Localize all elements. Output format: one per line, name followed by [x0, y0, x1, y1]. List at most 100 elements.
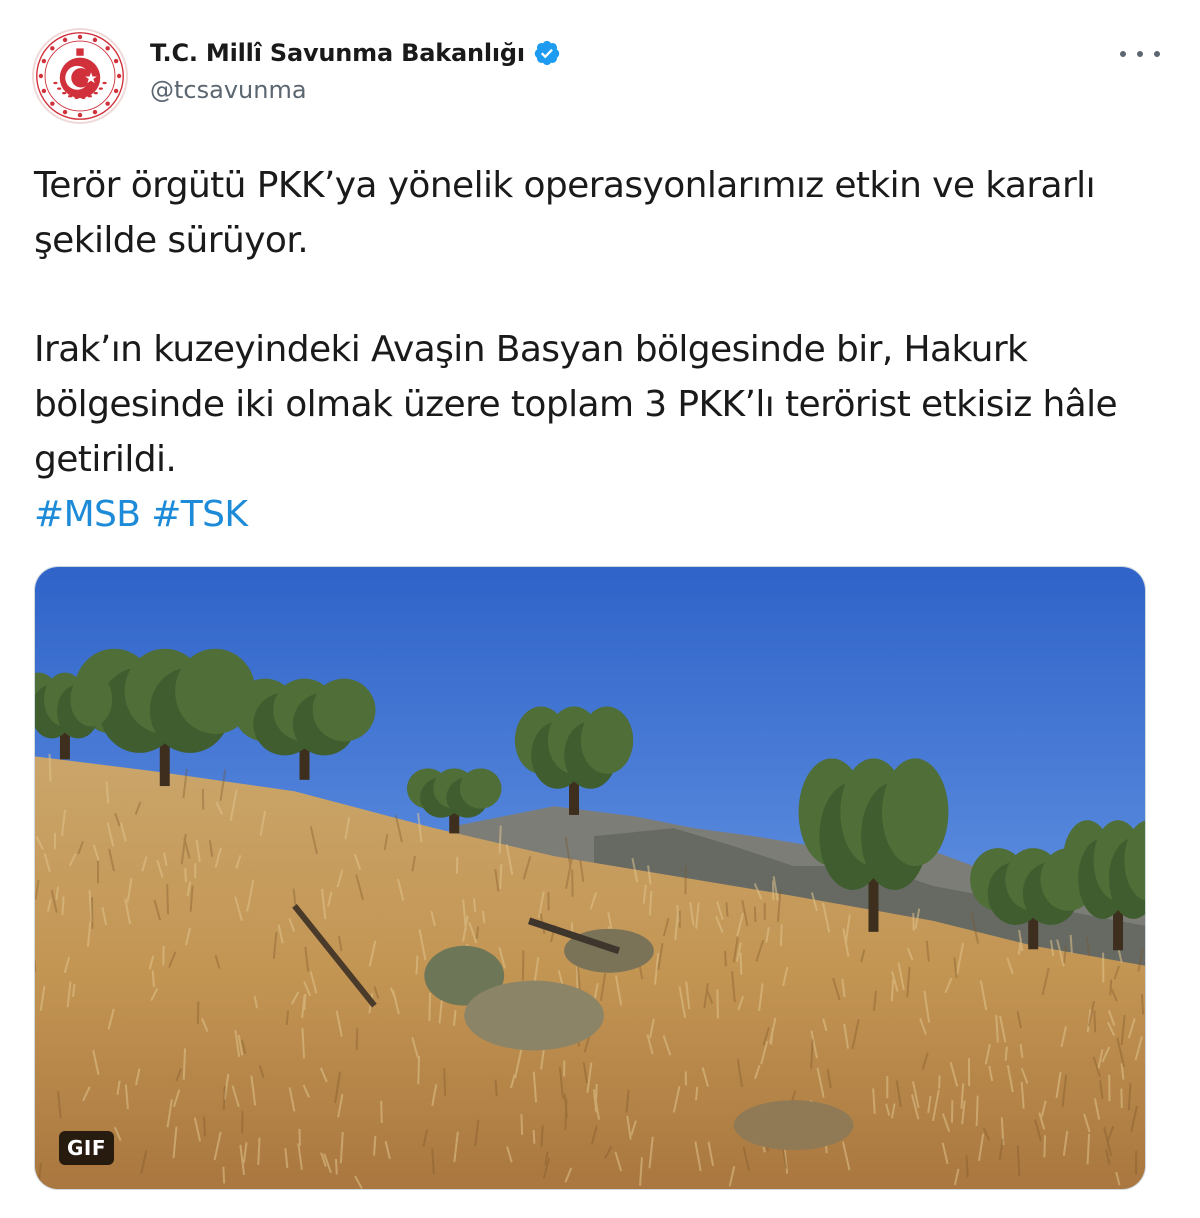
grass-blade — [257, 1137, 261, 1166]
hashtag-list: #MSB #TSK — [34, 487, 1154, 542]
tweet-paragraph-1: Terör örgütü PKK’ya yönelik operasyonlar… — [34, 165, 1096, 261]
grass-blade — [890, 979, 895, 1002]
grass-blade — [1043, 1135, 1047, 1158]
tree-canopy — [580, 706, 634, 774]
grass-blade — [184, 868, 187, 883]
grass-blade — [1004, 1046, 1008, 1061]
emblem-ring-star — [41, 58, 47, 64]
grass-blade — [938, 1075, 941, 1089]
ministry-emblem-icon — [36, 32, 124, 120]
emblem-laurel-leaf — [74, 96, 79, 99]
grass-blade — [694, 1086, 699, 1101]
emblem-ring-star — [41, 88, 47, 94]
tree-canopy — [70, 672, 113, 727]
tree-canopy — [459, 768, 502, 809]
emblem-laurel-leaf — [57, 87, 62, 90]
grass-blade — [182, 1048, 186, 1080]
author-name-row: T.C. Millî Savunma Bakanlığı — [150, 36, 561, 70]
grass-blade — [380, 1100, 383, 1124]
grass-blade — [373, 1135, 377, 1156]
gif-badge: GIF — [59, 1131, 115, 1165]
grass-blade — [473, 898, 477, 912]
hashtag-msb-link[interactable]: #MSB — [34, 494, 141, 535]
emblem-laurel-leaf — [102, 81, 107, 85]
grass-blade — [222, 1085, 226, 1110]
emblem-laurel-leaf — [81, 96, 86, 99]
emblem-ring-star — [105, 46, 110, 51]
more-options-button[interactable] — [1120, 44, 1160, 64]
grass-blade — [48, 753, 52, 782]
grass-blade — [975, 1095, 979, 1126]
grass-blade — [499, 864, 503, 889]
grass-blade — [540, 1125, 544, 1147]
emblem-ring-star — [77, 34, 83, 40]
grass-blade — [810, 1039, 814, 1069]
grass-blade — [355, 1028, 359, 1051]
emblem-ring-star — [116, 73, 122, 79]
emblem-laurel-leaf — [68, 95, 73, 98]
grass-blade — [1093, 1010, 1097, 1033]
hashtag-tsk-link[interactable]: #TSK — [151, 494, 248, 535]
grass-blade — [428, 992, 432, 1021]
grass-blade — [475, 926, 480, 939]
author-handle[interactable]: @tcsavunma — [150, 76, 561, 104]
gif-scene-image — [35, 567, 1145, 1189]
tweet-card: T.C. Millî Savunma Bakanlığı @tcsavunma … — [0, 0, 1200, 1218]
grass-blade — [453, 1009, 457, 1026]
emblem-ring-star — [50, 46, 55, 51]
more-horizontal-icon-dot — [1154, 51, 1160, 57]
grass-blade — [725, 902, 729, 917]
grass-blade — [61, 896, 65, 916]
grass-blade — [965, 1155, 969, 1178]
more-horizontal-icon-dot — [1137, 51, 1143, 57]
grass-blade — [334, 1158, 338, 1175]
grass-blade — [1109, 979, 1113, 996]
grass-blade — [779, 924, 783, 946]
emblem-ring-star — [77, 112, 83, 118]
grass-blade — [716, 989, 719, 1019]
grass-blade — [494, 1079, 498, 1097]
emblem-ring-star — [92, 109, 98, 115]
more-horizontal-icon — [1120, 51, 1126, 57]
author-info: T.C. Millî Savunma Bakanlığı @tcsavunma — [150, 36, 561, 104]
emblem-laurel-leaf — [93, 91, 98, 95]
emblem-laurel-leaf — [87, 95, 92, 98]
author-avatar[interactable] — [32, 28, 128, 124]
grass-blade — [521, 950, 525, 981]
grass-blade — [532, 1129, 536, 1144]
grass-blade — [417, 1055, 421, 1085]
emblem-laurel-leaf — [62, 91, 67, 95]
emblem-ring-star — [62, 37, 68, 43]
emblem-laurel-leaf — [53, 81, 58, 85]
grass-blade — [196, 1001, 200, 1025]
grass-blade — [203, 1116, 207, 1137]
emblem-ring-star — [62, 109, 68, 115]
verified-badge-icon — [534, 40, 560, 66]
emblem-ring-star — [113, 58, 119, 64]
emblem-laurel-leaf — [98, 87, 103, 90]
grass-blade — [151, 970, 155, 987]
emblem-ring-star — [92, 37, 98, 43]
grass-blade — [498, 825, 502, 854]
grass-blade — [739, 952, 743, 975]
grass-blade — [222, 1166, 226, 1184]
grass-blade — [166, 884, 170, 915]
grass-blade — [1140, 994, 1145, 1015]
emblem-ring-star — [105, 101, 110, 106]
emblem-ring-star — [50, 101, 55, 106]
tweet-text: Terör örgütü PKK’ya yönelik operasyonlar… — [34, 158, 1154, 542]
tree-canopy — [312, 678, 376, 742]
grass-blade — [443, 1068, 447, 1096]
author-display-name[interactable]: T.C. Millî Savunma Bakanlığı — [150, 39, 525, 67]
grass-blade — [1069, 934, 1073, 954]
grass-blade — [724, 950, 727, 967]
emblem-ring-star — [38, 73, 44, 79]
grass-blade — [520, 1114, 524, 1135]
tree-canopy — [882, 758, 949, 867]
tweet-paragraph-2: Irak’ın kuzeyindeki Avaşin Basyan bölges… — [34, 329, 1118, 480]
grass-blade — [415, 955, 419, 975]
tweet-media-gif[interactable]: GIF — [34, 566, 1146, 1190]
grass-blade — [753, 906, 757, 923]
emblem-ring-star — [113, 88, 119, 94]
